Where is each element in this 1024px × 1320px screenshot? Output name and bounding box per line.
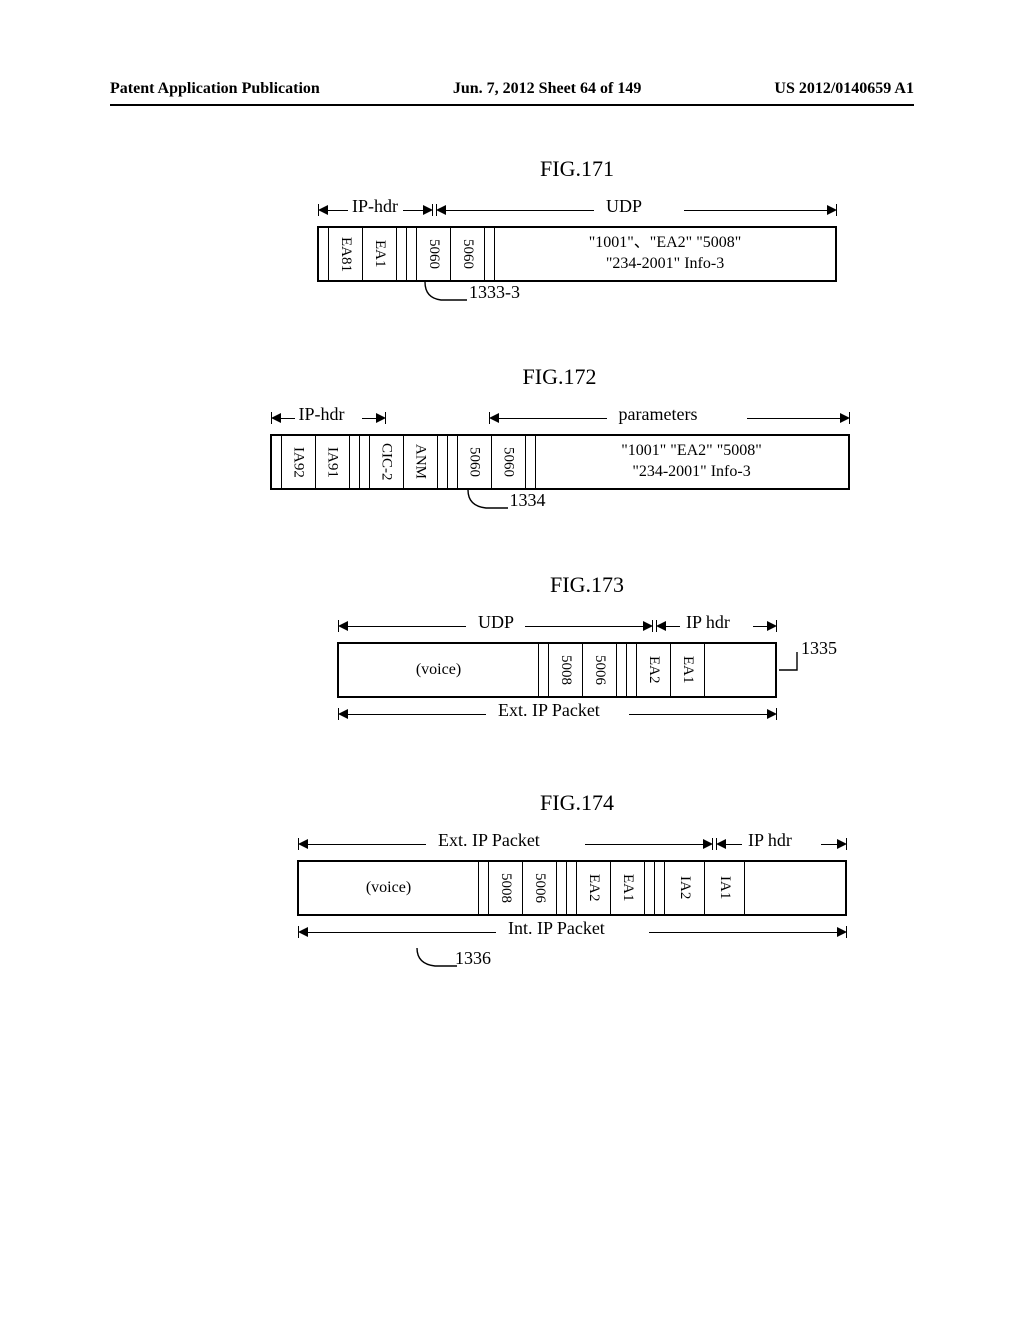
figure-title: FIG.173 xyxy=(550,572,624,598)
range-label-udp: UDP xyxy=(478,612,514,633)
field-ia91: IA91 xyxy=(316,436,350,488)
field-ea1: EA1 xyxy=(611,862,645,914)
range-label-iphdr: IP hdr xyxy=(686,612,730,633)
field-ia1: IA1 xyxy=(705,862,745,914)
figure-171: FIG.171 IP-hdr UDP xyxy=(240,156,914,304)
gap-cell xyxy=(407,228,417,280)
packet-row: IA92 IA91 CIC-2 ANM 5060 5060 "1001" "EA… xyxy=(270,434,850,490)
field-anm: ANM xyxy=(404,436,438,488)
field-payload: "1001"、"EA2" "5008" "234-2001" Info-3 xyxy=(495,228,835,280)
gap-cell xyxy=(479,862,489,914)
figure-title: FIG.171 xyxy=(540,156,614,182)
field-5060b: 5060 xyxy=(451,228,485,280)
field-ea2: EA2 xyxy=(637,644,671,696)
gap-cell xyxy=(539,644,549,696)
range-label-iphdr: IP hdr xyxy=(748,830,792,851)
payload-line2: "234-2001" Info-3 xyxy=(632,462,750,483)
range-label-intip: Int. IP Packet xyxy=(508,918,605,939)
gap-cell xyxy=(272,436,282,488)
field-5006: 5006 xyxy=(583,644,617,696)
gap-cell xyxy=(617,644,627,696)
gap-cell xyxy=(350,436,360,488)
range-label-parameters: parameters xyxy=(619,404,698,425)
range-label-extip: Ext. IP Packet xyxy=(498,700,600,721)
gap-cell xyxy=(567,862,577,914)
payload-line2: "234-2001" Info-3 xyxy=(606,254,724,275)
packet-row: EA81 EA1 5060 5060 "1001"、"EA2" "5008" "… xyxy=(317,226,837,282)
field-5060a: 5060 xyxy=(458,436,492,488)
gap-cell xyxy=(485,228,495,280)
figure-173: FIG.173 UDP IP hdr xyxy=(260,572,914,730)
field-ea2: EA2 xyxy=(577,862,611,914)
header-right: US 2012/0140659 A1 xyxy=(774,80,914,98)
field-voice: (voice) xyxy=(299,862,479,914)
figure-172: FIG.172 IP-hdr parameters xyxy=(205,364,914,512)
gap-cell xyxy=(438,436,448,488)
payload-line1: "1001"、"EA2" "5008" xyxy=(589,233,742,254)
field-ea81: EA81 xyxy=(329,228,363,280)
payload-line1: "1001" "EA2" "5008" xyxy=(621,441,762,462)
field-5008: 5008 xyxy=(549,644,583,696)
field-cic2: CIC-2 xyxy=(370,436,404,488)
field-5006: 5006 xyxy=(523,862,557,914)
figure-174: FIG.174 Ext. IP Packet IP hdr xyxy=(240,790,914,974)
ref-label: 1336 xyxy=(455,948,491,969)
field-5060b: 5060 xyxy=(492,436,526,488)
gap-cell xyxy=(526,436,536,488)
figure-title: FIG.174 xyxy=(540,790,614,816)
field-5008: 5008 xyxy=(489,862,523,914)
ref-label: 1335 xyxy=(801,638,837,659)
ref-label: 1333-3 xyxy=(469,282,520,303)
packet-row: (voice) 5008 5006 EA2 EA1 xyxy=(337,642,777,698)
field-ea1: EA1 xyxy=(363,228,397,280)
document-header: Patent Application Publication Jun. 7, 2… xyxy=(110,80,914,106)
range-label-extip: Ext. IP Packet xyxy=(438,830,540,851)
figure-title: FIG.172 xyxy=(523,364,597,390)
field-ia2: IA2 xyxy=(665,862,705,914)
header-left: Patent Application Publication xyxy=(110,80,320,98)
field-payload: "1001" "EA2" "5008" "234-2001" Info-3 xyxy=(536,436,848,488)
field-ia92: IA92 xyxy=(282,436,316,488)
gap-cell xyxy=(360,436,370,488)
field-5060a: 5060 xyxy=(417,228,451,280)
ref-label: 1334 xyxy=(510,490,546,511)
field-ea1: EA1 xyxy=(671,644,705,696)
packet-row: (voice) 5008 5006 EA2 EA1 IA2 IA1 xyxy=(297,860,847,916)
gap-cell xyxy=(448,436,458,488)
header-center: Jun. 7, 2012 Sheet 64 of 149 xyxy=(453,80,641,98)
gap-cell xyxy=(645,862,655,914)
gap-cell xyxy=(557,862,567,914)
gap-cell xyxy=(319,228,329,280)
gap-cell xyxy=(627,644,637,696)
field-voice: (voice) xyxy=(339,644,539,696)
gap-cell xyxy=(705,644,715,696)
range-label-udp: UDP xyxy=(606,196,642,217)
gap-cell xyxy=(655,862,665,914)
gap-cell xyxy=(397,228,407,280)
page: Patent Application Publication Jun. 7, 2… xyxy=(0,0,1024,1320)
range-label-iphdr: IP-hdr xyxy=(299,404,345,425)
gap-cell xyxy=(745,862,755,914)
range-label-iphdr: IP-hdr xyxy=(352,196,398,217)
